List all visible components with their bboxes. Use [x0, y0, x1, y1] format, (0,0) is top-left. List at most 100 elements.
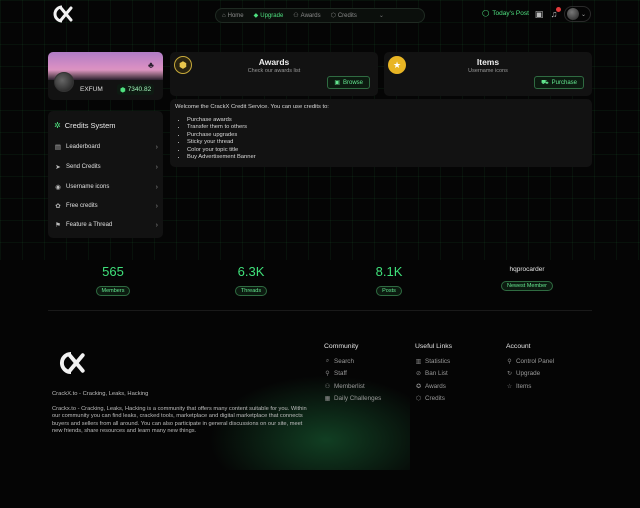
gem-icon: ⬢	[120, 86, 126, 94]
people-icon: ⚇	[293, 13, 299, 19]
leaderboard-icon: ▤	[54, 144, 62, 151]
box-icon: ▣	[334, 80, 340, 86]
main-nav: ⌂ Home ◆ Upgrade ⚇ Awards ⬡ Credits ⌄	[215, 8, 425, 23]
browse-button[interactable]: ▣ Browse	[327, 76, 370, 89]
footer-link-label: Control Panel	[516, 357, 555, 365]
items-title: Items	[476, 57, 500, 67]
awards-title: Awards	[258, 57, 290, 67]
username-icon: ◉	[55, 184, 61, 191]
items-subtitle: Username icons	[468, 68, 508, 74]
shield-icon: ⬡	[330, 13, 336, 19]
footer-link-awards[interactable]: ✪ Awards	[415, 380, 452, 393]
stat-label: Newest Member	[500, 281, 554, 291]
list-item: Purchase upgrades	[187, 132, 587, 139]
ban-icon: ⊘	[415, 371, 422, 378]
award-icon: ✪	[415, 383, 422, 390]
sidebar-item-username-icons[interactable]: ◉ Username icons ›	[54, 180, 158, 194]
sidebar-item-feature-thread[interactable]: ⚑ Feature a Thread ›	[54, 218, 158, 232]
purchase-button[interactable]: ⛟ Purchase	[534, 76, 584, 89]
footer-link-credits[interactable]: ⬡ Credits	[415, 393, 452, 406]
nav-item-credits[interactable]: ⬡ Credits	[330, 12, 357, 20]
credits-icon: ⬡	[415, 396, 422, 403]
footer-link-statistics[interactable]: ▥ Statistics	[415, 355, 452, 368]
calendar-icon: ▦	[324, 396, 331, 403]
footer-column-useful-links: Useful Links ▥ Statistics ⊘ Ban List ✪ Awar…	[415, 343, 452, 405]
cart-icon: ⛟	[541, 79, 549, 86]
footer-link-label: Memberlist	[334, 382, 365, 390]
chevron-right-icon: ›	[155, 143, 158, 151]
footer-link-search[interactable]: ⌕ Search	[324, 355, 381, 368]
footer-link-staff[interactable]: ⚲ Staff	[324, 368, 381, 381]
chevron-down-icon[interactable]: ⌄	[379, 12, 384, 19]
footer-link-control-panel[interactable]: ⚲ Control Panel	[506, 355, 554, 368]
credits-value: 7340.82	[127, 86, 152, 93]
stat-label: Members	[95, 286, 131, 296]
footer-link-label: Credits	[425, 395, 445, 403]
top-header: ⌂ Home ◆ Upgrade ⚇ Awards ⬡ Credits ⌄ ◯ …	[0, 0, 640, 30]
footer-link-ban-list[interactable]: ⊘ Ban List	[415, 368, 452, 381]
nav-item-label: Home	[227, 12, 244, 19]
site-logo-icon[interactable]	[50, 4, 74, 24]
menu-title: ✲ Credits System	[54, 121, 116, 130]
stat-newest-member: hqprocarder Newest Member	[487, 264, 567, 292]
footer-logo-icon[interactable]	[54, 350, 88, 376]
footer-link-upgrade[interactable]: ↻ Upgrade	[506, 368, 554, 381]
sidebar-item-leaderboard[interactable]: ▤ Leaderboard ›	[54, 140, 158, 154]
sidebar-item-label: Send Credits	[66, 164, 101, 170]
profile-avatar[interactable]	[54, 72, 74, 92]
awards-card: ⬢ Awards Check our awards list ▣ Browse	[170, 52, 378, 96]
sidebar-item-label: Free credits	[66, 203, 98, 209]
sidebar-item-label: Feature a Thread	[66, 222, 113, 228]
nav-item-label: Credits	[337, 12, 357, 19]
stat-label: Posts	[376, 286, 402, 296]
star-icon: ☆	[506, 383, 513, 390]
stat-members: 565 Members	[73, 264, 153, 297]
messages-icon[interactable]: ▣	[533, 8, 545, 20]
nav-item-home[interactable]: ⌂ Home	[222, 13, 244, 19]
list-item: Purchase awards	[187, 117, 587, 124]
footer-link-label: Staff	[334, 370, 347, 378]
newest-member-name[interactable]: hqprocarder	[487, 266, 567, 274]
footer-description: Crackx.to - Cracking, Leaks, Hacking is …	[52, 406, 307, 435]
footer-link-label: Daily Challenges	[334, 395, 382, 403]
sidebar-item-label: Username icons	[66, 184, 110, 190]
footer-link-label: Search	[334, 357, 354, 365]
footer-link-label: Upgrade	[516, 370, 541, 378]
chevron-down-icon: ⌄	[581, 11, 587, 18]
memberlist-icon: ⚇	[324, 383, 331, 390]
footer-link-label: Statistics	[425, 357, 451, 365]
credit-info-box: Welcome the CrackX Credit Service. You c…	[170, 99, 592, 167]
nav-item-label: Upgrade	[260, 12, 284, 19]
sidebar-item-free-credits[interactable]: ✿ Free credits ›	[54, 199, 158, 213]
stat-label: Threads	[234, 286, 268, 296]
nav-item-upgrade[interactable]: ◆ Upgrade	[253, 12, 284, 20]
credits-balance: ⬢ 7340.82	[117, 84, 155, 95]
tree-icon: ♣	[148, 60, 154, 70]
footer-link-items[interactable]: ☆ Items	[506, 380, 554, 393]
footer-link-label: Items	[516, 382, 532, 390]
footer-link-label: Ban List	[425, 370, 448, 378]
credits-system-menu: ✲ Credits System ▤ Leaderboard › ➤ Send …	[48, 111, 163, 238]
sidebar-item-label: Leaderboard	[66, 144, 101, 150]
footer-tagline: CrackX.to - Cracking, Leaks, Hacking	[52, 391, 149, 397]
chart-icon: ▥	[415, 358, 422, 365]
footer-link-daily-challenges[interactable]: ▦ Daily Challenges	[324, 393, 382, 406]
stat-threads: 6.3K Threads	[211, 264, 291, 297]
footer-column-account: Account ⚲ Control Panel ↻ Upgrade ☆ Items	[506, 343, 554, 393]
nav-item-awards[interactable]: ⚇ Awards	[293, 12, 321, 20]
chat-bubble-icon: ◯	[482, 10, 490, 17]
diamond-icon: ◆	[253, 13, 259, 19]
todays-post-link[interactable]: ◯ Today's Post	[482, 9, 529, 18]
list-item: Sticky your thread	[187, 139, 587, 146]
menu-title-label: Credits System	[64, 121, 116, 130]
info-list: Purchase awards Transfer them to others …	[175, 117, 587, 161]
awards-subtitle: Check our awards list	[247, 68, 301, 74]
nav-item-label: Awards	[300, 12, 321, 19]
chevron-right-icon: ›	[155, 163, 158, 171]
footer-link-memberlist[interactable]: ⚇ Memberlist	[324, 380, 381, 393]
user-menu[interactable]: ⌄	[564, 6, 591, 22]
search-icon: ⌕	[325, 357, 330, 364]
profile-username[interactable]: EXFUM	[80, 86, 103, 93]
sidebar-item-send-credits[interactable]: ➤ Send Credits ›	[54, 160, 158, 174]
stat-posts: 8.1K Posts	[349, 264, 429, 297]
